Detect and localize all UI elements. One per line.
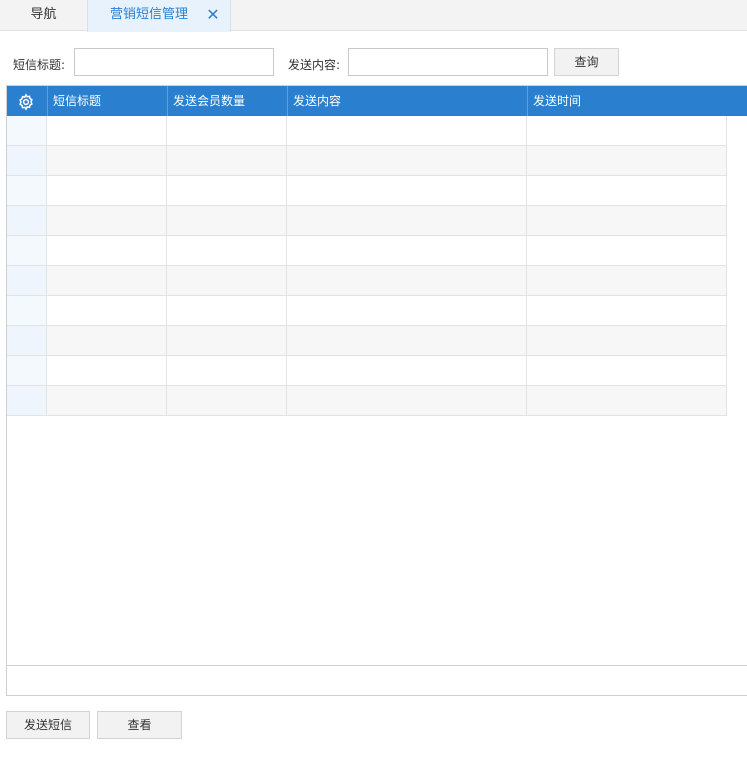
tab-bar: 导航 营销短信管理 ✕	[0, 0, 747, 32]
send-time-cell	[527, 356, 727, 386]
table-row[interactable]	[7, 356, 727, 386]
member-count-cell	[167, 386, 287, 416]
send-content-cell	[287, 176, 527, 206]
send-time-cell	[527, 266, 727, 296]
member-count-cell	[167, 176, 287, 206]
send-content-cell	[287, 146, 527, 176]
column-header-send-content[interactable]: 发送内容	[287, 86, 527, 116]
member-count-cell	[167, 266, 287, 296]
send-time-cell	[527, 326, 727, 356]
send-content-cell	[287, 236, 527, 266]
member-count-cell	[167, 236, 287, 266]
send-time-cell	[527, 146, 727, 176]
table-row[interactable]	[7, 236, 727, 266]
sms-title-cell	[47, 326, 167, 356]
grid-footer	[7, 665, 747, 695]
sms-title-cell	[47, 266, 167, 296]
member-count-cell	[167, 356, 287, 386]
send-content-cell	[287, 206, 527, 236]
send-sms-button[interactable]: 发送短信	[6, 711, 90, 739]
send-content-input[interactable]	[348, 48, 548, 76]
member-count-cell	[167, 296, 287, 326]
sms-title-cell	[47, 146, 167, 176]
row-number-cell	[7, 296, 47, 326]
send-time-cell	[527, 386, 727, 416]
send-time-cell	[527, 206, 727, 236]
table-row[interactable]	[7, 296, 727, 326]
send-content-cell	[287, 296, 527, 326]
tab-sms-marketing[interactable]: 营销短信管理 ✕	[87, 0, 231, 32]
send-time-cell	[527, 296, 727, 326]
sms-title-label: 短信标题:	[13, 58, 66, 72]
row-number-cell	[7, 356, 47, 386]
send-time-cell	[527, 116, 727, 146]
tab-navigation-label: 导航	[30, 7, 57, 22]
table-row[interactable]	[7, 386, 727, 416]
column-header-send-time[interactable]: 发送时间	[527, 86, 747, 116]
send-content-cell	[287, 386, 527, 416]
table-row[interactable]	[7, 116, 727, 146]
send-content-cell	[287, 356, 527, 386]
grid-header: 短信标题 发送会员数量 发送内容 发送时间	[7, 86, 747, 116]
tab-sms-marketing-label: 营销短信管理	[110, 7, 189, 22]
sms-title-cell	[47, 236, 167, 266]
row-number-cell	[7, 176, 47, 206]
sms-title-cell	[47, 356, 167, 386]
send-content-label: 发送内容:	[288, 58, 341, 72]
row-number-cell	[7, 236, 47, 266]
gear-icon[interactable]	[17, 93, 35, 111]
member-count-cell	[167, 326, 287, 356]
sms-grid: 短信标题 发送会员数量 发送内容 发送时间	[6, 85, 747, 696]
table-row[interactable]	[7, 266, 727, 296]
sms-title-cell	[47, 176, 167, 206]
member-count-cell	[167, 206, 287, 236]
row-number-cell	[7, 326, 47, 356]
table-row[interactable]	[7, 326, 727, 356]
row-number-cell	[7, 386, 47, 416]
sms-title-cell	[47, 116, 167, 146]
send-content-cell	[287, 326, 527, 356]
close-icon[interactable]: ✕	[206, 0, 220, 30]
member-count-cell	[167, 116, 287, 146]
table-row[interactable]	[7, 146, 727, 176]
table-row[interactable]	[7, 176, 727, 206]
column-header-member-count[interactable]: 发送会员数量	[167, 86, 287, 116]
row-number-cell	[7, 266, 47, 296]
row-number-cell	[7, 206, 47, 236]
send-time-cell	[527, 176, 727, 206]
send-content-cell	[287, 116, 527, 146]
view-button[interactable]: 查看	[97, 711, 182, 739]
tab-navigation[interactable]: 导航	[0, 0, 87, 31]
send-time-cell	[527, 236, 727, 266]
column-header-sms-title[interactable]: 短信标题	[47, 86, 167, 116]
sms-title-cell	[47, 206, 167, 236]
row-number-cell	[7, 116, 47, 146]
sms-title-input[interactable]	[74, 48, 274, 76]
sms-title-cell	[47, 386, 167, 416]
row-number-cell	[7, 146, 47, 176]
table-row[interactable]	[7, 206, 727, 236]
send-content-cell	[287, 266, 527, 296]
query-button[interactable]: 查询	[554, 48, 619, 76]
member-count-cell	[167, 146, 287, 176]
sms-title-cell	[47, 296, 167, 326]
